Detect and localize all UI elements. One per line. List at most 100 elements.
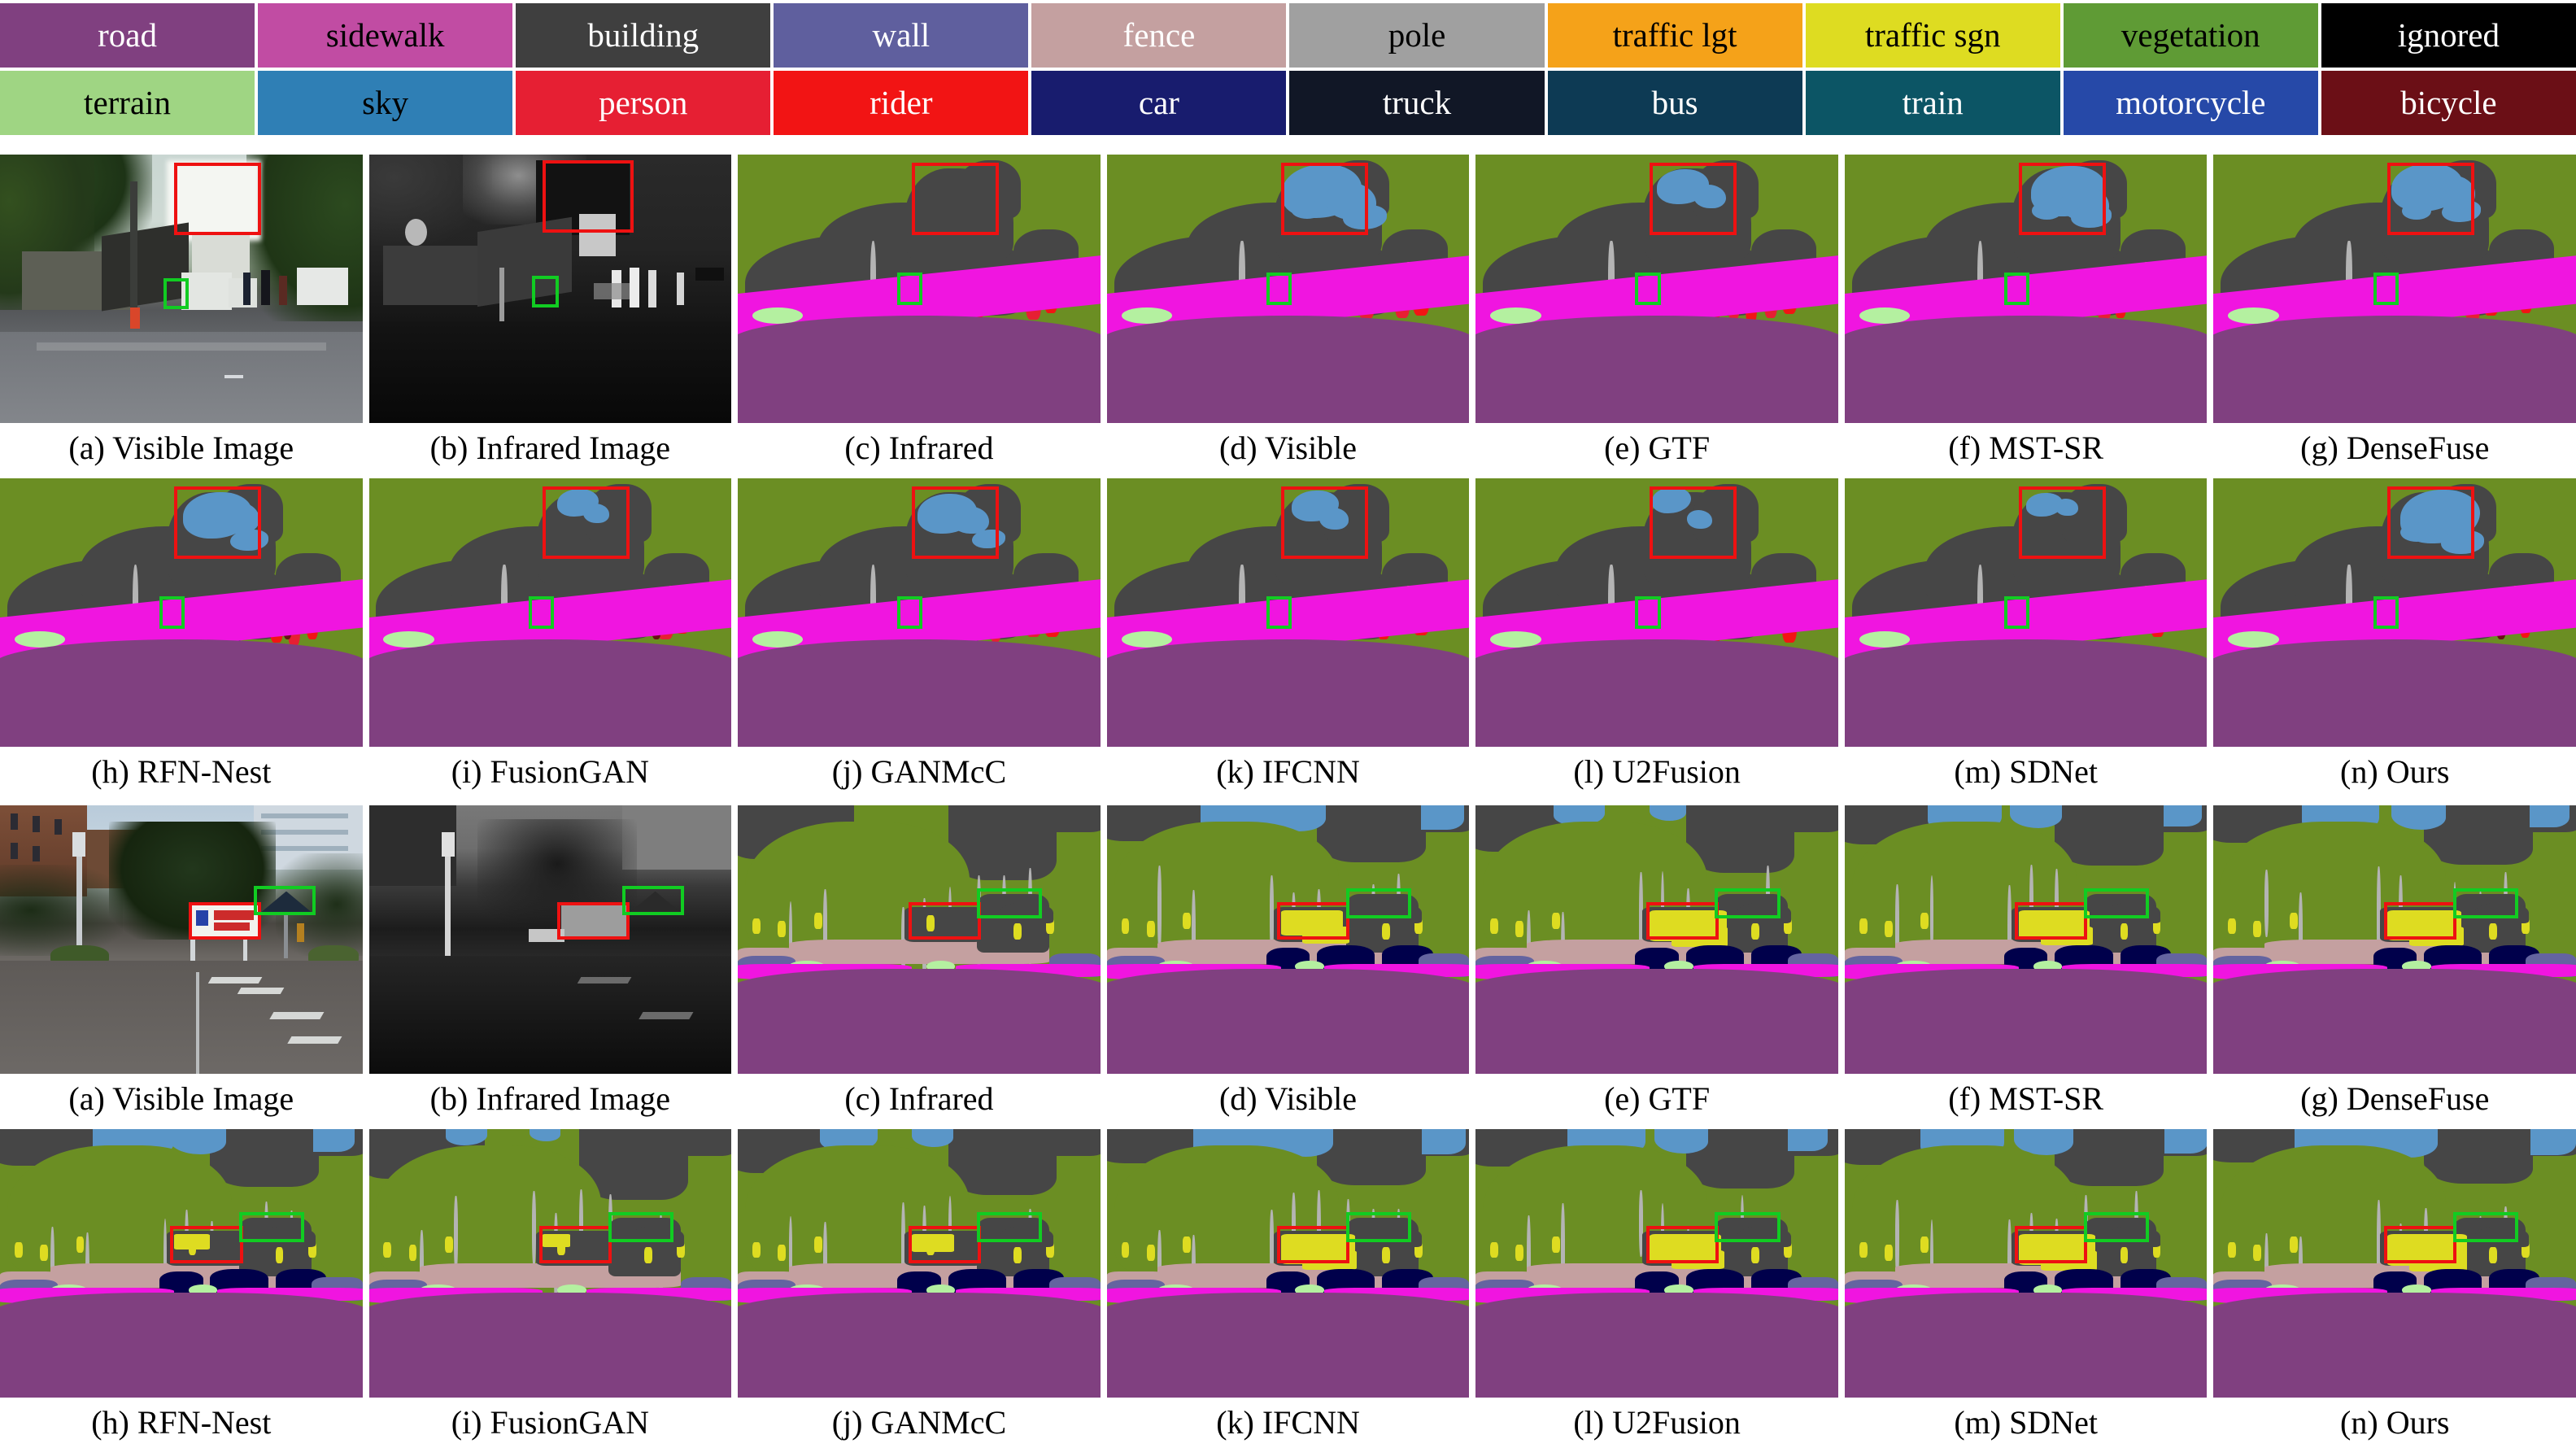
legend-item-sidewalk: sidewalk	[258, 3, 513, 68]
sky-region	[312, 1129, 355, 1153]
traffic-sign-region	[40, 1244, 48, 1261]
class-color-legend: road sidewalk building wall fence pole traffic…	[0, 3, 2576, 135]
panel-scene1-i[interactable]: (i) FusionGAN	[368, 478, 732, 797]
traffic-sign-region	[1750, 923, 1759, 940]
panel-scene2-e[interactable]: (e) GTF	[1475, 805, 1838, 1124]
road-region	[738, 639, 1101, 747]
panel-scene1-j[interactable]: (j) GANMcC	[738, 478, 1101, 797]
panel-scene2-b[interactable]: (b) Infrared Image	[368, 805, 732, 1124]
traffic-sign-region	[813, 913, 822, 929]
panel-scene2-g[interactable]: (g) DenseFuse	[2213, 805, 2576, 1124]
sky-region	[2164, 1129, 2208, 1154]
legend-item-truck: truck	[1289, 71, 1545, 135]
building-region	[210, 1129, 320, 1188]
scene2-row2: (h) RFN-Nest (i) FusionGAN (j) GANMcC (k…	[0, 1129, 2576, 1448]
panel-scene2-l[interactable]: (l) U2Fusion	[1475, 1129, 1838, 1448]
legend-item-sky: sky	[258, 71, 513, 135]
traffic-sign-region	[1183, 1236, 1192, 1253]
traffic-sign-region	[1183, 913, 1192, 929]
green-highlight-box	[1635, 596, 1661, 629]
green-highlight-box	[1715, 888, 1781, 918]
green-highlight-box	[1345, 888, 1412, 918]
road-region	[1106, 639, 1470, 747]
segmentation-map-gtf-scene2	[1475, 805, 1838, 1074]
red-highlight-box	[1280, 486, 1368, 559]
panel-caption: (l) U2Fusion	[1573, 753, 1741, 790]
road-region	[1844, 316, 2208, 423]
legend-item-wall: wall	[774, 3, 1029, 68]
panel-scene1-l[interactable]: (l) U2Fusion	[1475, 478, 1838, 797]
panel-caption: (h) RFN-Nest	[91, 753, 272, 790]
traffic-sign-region	[1884, 920, 1893, 937]
red-highlight-box	[1650, 162, 1737, 235]
green-highlight-box	[532, 275, 560, 308]
red-highlight-box	[170, 1225, 243, 1263]
panel-caption: (k) IFCNN	[1216, 753, 1360, 790]
traffic-sign-region	[778, 1244, 786, 1261]
panel-scene1-g[interactable]: (g) DenseFuse	[2213, 155, 2576, 473]
panel-scene2-m[interactable]: (m) SDNet	[1844, 1129, 2208, 1448]
panel-scene2-d[interactable]: (d) Visible	[1106, 805, 1470, 1124]
panel-scene1-e[interactable]: (e) GTF	[1475, 155, 1838, 473]
panel-scene1-f[interactable]: (f) MST-SR	[1844, 155, 2208, 473]
panel-scene2-i[interactable]: (i) FusionGAN	[368, 1129, 732, 1448]
panel-scene1-b[interactable]: (b) Infrared Image	[368, 155, 732, 473]
panel-scene2-a[interactable]: (a) Visible Image	[0, 805, 363, 1124]
visible-photo-scene1	[0, 155, 363, 423]
infrared-photo-scene2	[368, 805, 732, 1074]
green-highlight-box	[239, 1212, 305, 1242]
panel-scene1-h[interactable]: (h) RFN-Nest	[0, 478, 363, 797]
panel-scene2-h[interactable]: (h) RFN-Nest	[0, 1129, 363, 1448]
panel-caption: (f) MST-SR	[1948, 1080, 2104, 1117]
panel-scene2-f[interactable]: (f) MST-SR	[1844, 805, 2208, 1124]
panel-caption: (d) Visible	[1218, 1080, 1358, 1117]
road-region	[1844, 1293, 2208, 1398]
segmentation-map-mstsr-scene1	[1844, 155, 2208, 423]
panel-scene1-c[interactable]: (c) Infrared	[738, 155, 1101, 473]
panel-caption: (e) GTF	[1604, 430, 1711, 466]
segmentation-map-ours-scene2	[2213, 1129, 2576, 1398]
traffic-sign-region	[2253, 1244, 2262, 1261]
panel-scene1-m[interactable]: (m) SDNet	[1844, 478, 2208, 797]
red-highlight-box	[2387, 162, 2475, 235]
red-highlight-box	[1645, 1225, 1719, 1263]
panel-caption: (g) DenseFuse	[2300, 430, 2490, 466]
green-highlight-box	[622, 886, 685, 916]
legend-row-2: terrain sky person rider car truck bus train mot…	[0, 71, 2576, 135]
green-highlight-box	[528, 596, 554, 629]
legend-item-person: person	[516, 71, 771, 135]
traffic-sign-region	[1920, 1236, 1929, 1253]
panel-scene2-k[interactable]: (k) IFCNN	[1106, 1129, 1470, 1448]
segmentation-map-ganmcc-scene2	[738, 1129, 1101, 1398]
panel-scene2-j[interactable]: (j) GANMcC	[738, 1129, 1101, 1448]
pole-region	[454, 1195, 459, 1273]
panel-caption: (c) Infrared	[844, 430, 994, 466]
panel-scene2-c[interactable]: (c) Infrared	[738, 805, 1101, 1124]
traffic-sign-region	[275, 1247, 284, 1263]
green-highlight-box	[897, 273, 923, 305]
red-highlight-box	[538, 1225, 612, 1263]
legend-item-traffic-sgn: traffic sgn	[1805, 3, 2060, 68]
panel-scene2-n[interactable]: (n) Ours	[2213, 1129, 2576, 1448]
road-region	[368, 1293, 732, 1398]
panel-scene1-a[interactable]: (a) Visible Image	[0, 155, 363, 473]
building-region	[2423, 1129, 2533, 1184]
road-region	[1844, 639, 2208, 747]
panel-caption: (d) Visible	[1218, 430, 1358, 466]
traffic-sign-region	[778, 920, 786, 937]
panel-scene1-d[interactable]: (d) Visible	[1106, 155, 1470, 473]
sky-region	[1788, 1129, 1828, 1152]
legend-item-vegetation: vegetation	[2063, 3, 2318, 68]
red-highlight-box	[1277, 901, 1350, 940]
green-highlight-box	[608, 1212, 673, 1242]
legend-item-road: road	[0, 3, 255, 68]
traffic-sign-region	[2290, 913, 2298, 929]
panel-scene1-k[interactable]: (k) IFCNN	[1106, 478, 1470, 797]
traffic-sign-region	[2489, 1247, 2497, 1263]
segmentation-map-densefuse-scene2	[2213, 805, 2576, 1074]
panel-scene1-n[interactable]: (n) Ours	[2213, 478, 2576, 797]
building-region	[2055, 805, 2164, 866]
segmentation-map-u2fusion-scene2	[1475, 1129, 1838, 1398]
panel-caption: (i) FusionGAN	[451, 753, 650, 790]
traffic-sign-region	[1490, 918, 1498, 935]
